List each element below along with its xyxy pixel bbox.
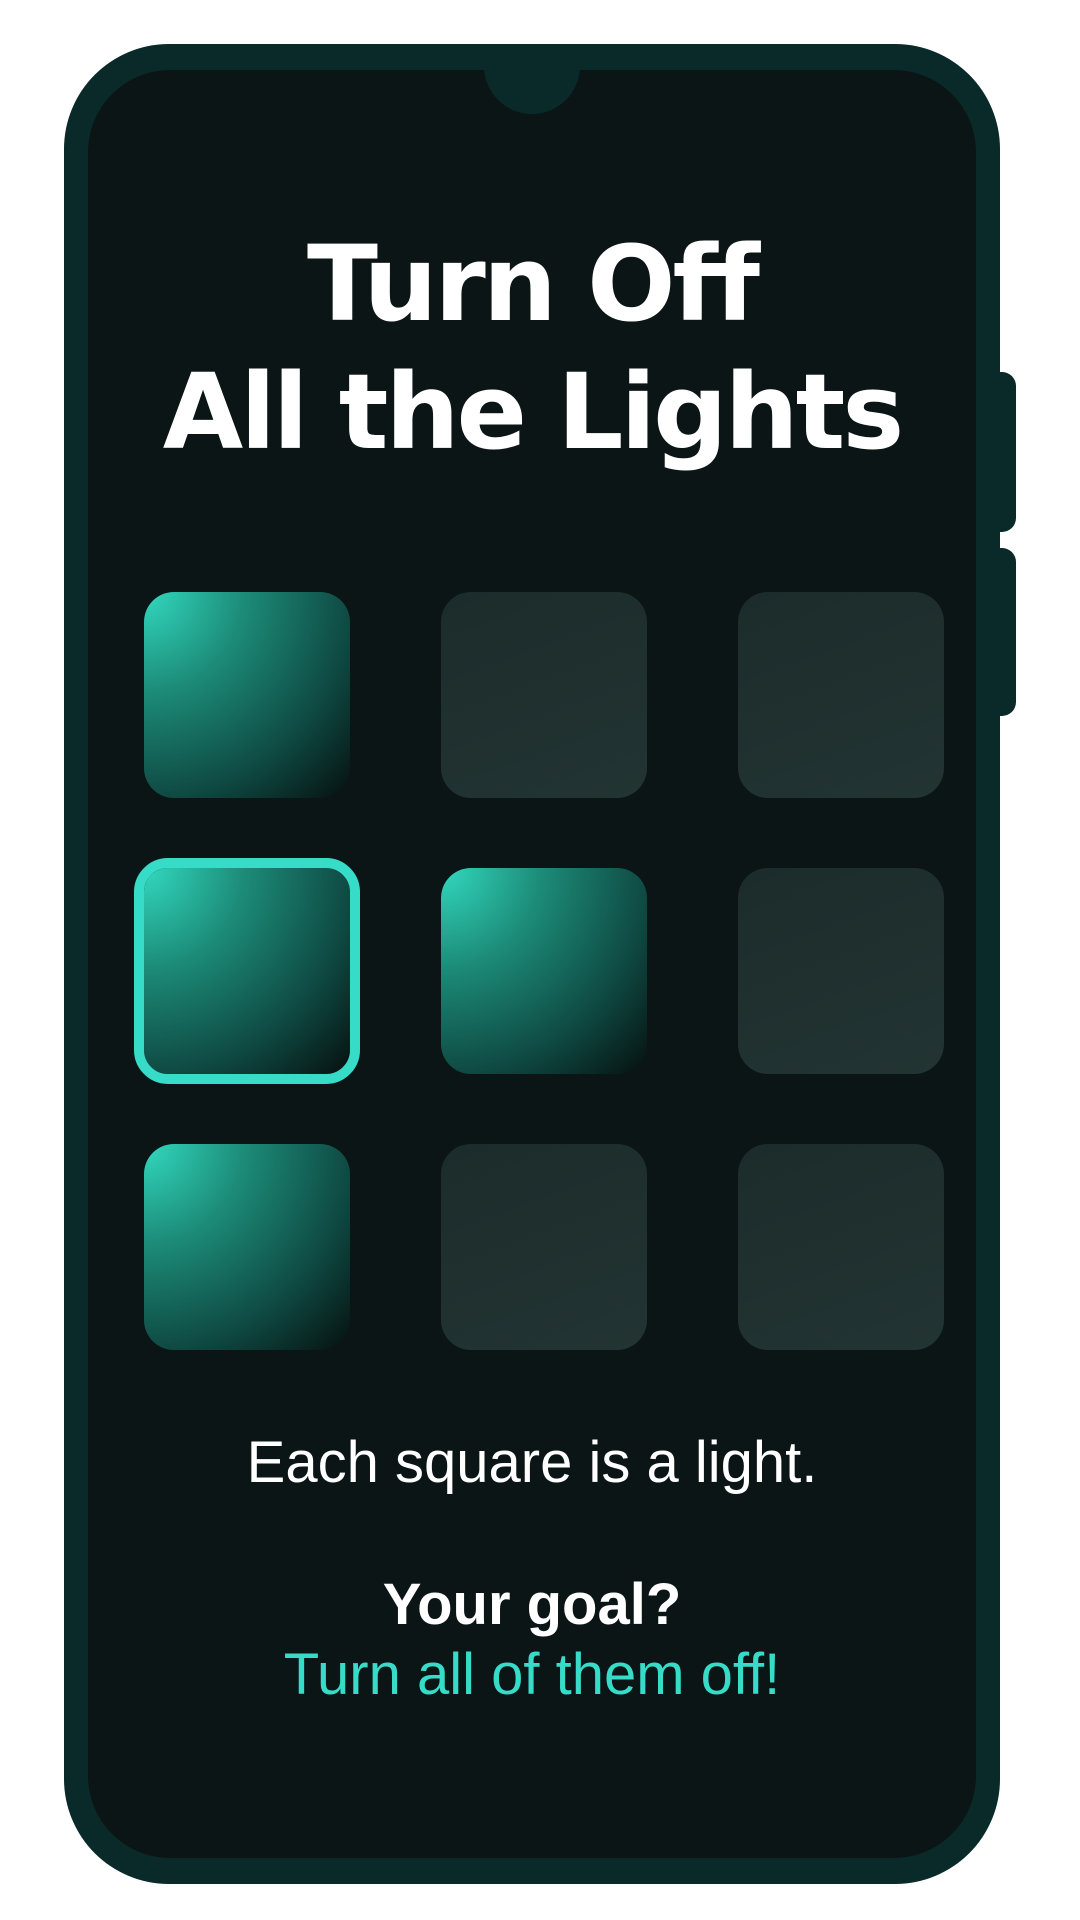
goal-question: Your goal? (382, 1572, 682, 1637)
light-grid (134, 592, 944, 1352)
light-r1-c1[interactable] (144, 592, 350, 798)
camera-notch (484, 70, 580, 114)
light-r2-c1-selected[interactable] (134, 858, 360, 1084)
title-line-2: All the Lights (162, 351, 905, 473)
phone-screen: Turn Off All the Lights Each square is a… (88, 70, 976, 1858)
instructions: Each square is a light. Your goal? Turn … (88, 1428, 976, 1710)
title-line-1: Turn Off (307, 223, 760, 345)
light-r3-c1[interactable] (144, 1144, 350, 1350)
light-r2-c3[interactable] (738, 868, 944, 1074)
game-title: Turn Off All the Lights (88, 220, 976, 476)
light-r2-c2[interactable] (441, 868, 647, 1074)
phone-side-button-upper (998, 372, 1016, 532)
light-r3-c2[interactable] (441, 1144, 647, 1350)
instruction-text: Each square is a light. (246, 1430, 818, 1495)
phone-side-button-lower (998, 548, 1016, 716)
light-r1-c3[interactable] (738, 592, 944, 798)
goal-answer: Turn all of them off! (283, 1642, 781, 1707)
light-r3-c3[interactable] (738, 1144, 944, 1350)
light-r1-c2[interactable] (441, 592, 647, 798)
canvas: Turn Off All the Lights Each square is a… (0, 0, 1080, 1920)
